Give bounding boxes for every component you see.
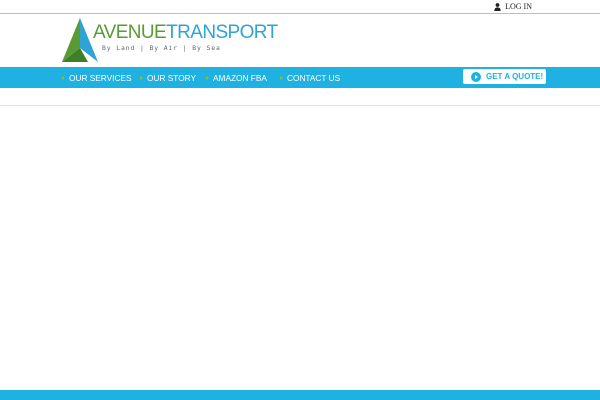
nav-item-label: CONTACT US: [287, 72, 341, 83]
nav-item-label: OUR STORY: [147, 72, 197, 83]
nav-item-our-story[interactable]: OUR STORY: [140, 67, 196, 88]
main-content: [0, 106, 600, 390]
logo-brand-avenue: AVENUE: [93, 22, 167, 43]
logo-tagline: By Land | By Air | By Sea: [102, 44, 221, 52]
get-quote-label: GET A QUOTE!: [486, 72, 544, 81]
login-link[interactable]: LOG IN: [494, 1, 532, 12]
footer-bar: [0, 390, 600, 400]
nav-item-our-services[interactable]: OUR SERVICES: [62, 67, 132, 88]
login-label: LOG IN: [505, 2, 532, 11]
logo-wordmark: AVENUETRANSPORT: [93, 23, 278, 43]
nav-item-contact-us[interactable]: CONTACT US: [280, 67, 340, 88]
nav-item-label: AMAZON FBA: [213, 72, 267, 83]
user-icon: [494, 2, 501, 11]
top-divider: [0, 13, 600, 14]
nav-bullet-icon: [206, 75, 209, 80]
nav-bullet-icon: [280, 75, 283, 80]
logo-brand-transport: TRANSPORT: [166, 22, 278, 43]
site-logo[interactable]: AVENUETRANSPORT By Land | By Air | By Se…: [60, 18, 278, 64]
play-icon: [471, 71, 481, 82]
nav-item-label: OUR SERVICES: [69, 72, 132, 83]
nav-bullet-icon: [140, 75, 143, 80]
nav-item-amazon-fba[interactable]: AMAZON FBA: [206, 67, 267, 88]
nav-bullet-icon: [62, 75, 65, 80]
get-quote-button[interactable]: GET A QUOTE!: [463, 69, 546, 84]
